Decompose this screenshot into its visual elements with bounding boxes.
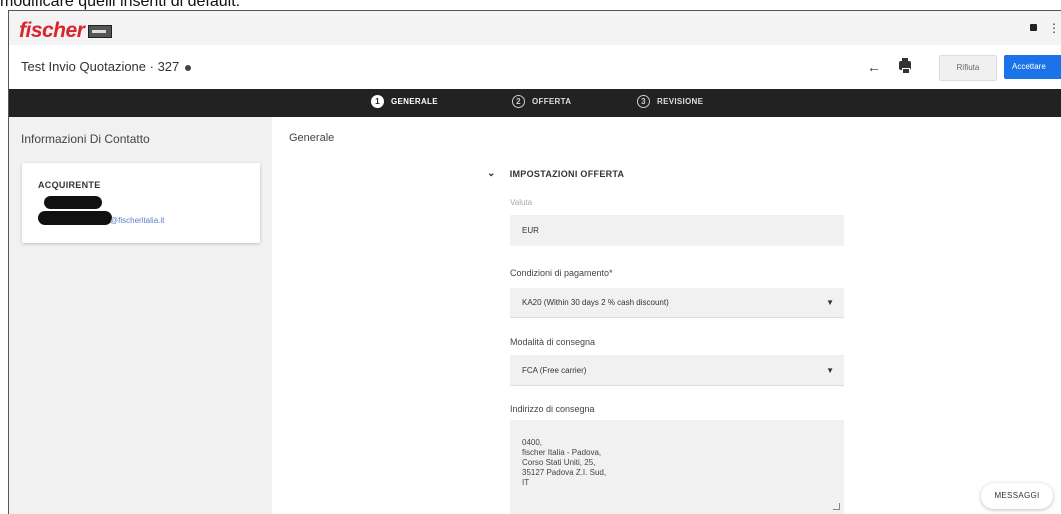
section-heading: Generale (289, 132, 335, 144)
messages-button[interactable]: MESSAGGI (981, 483, 1053, 509)
step-revisione[interactable]: 3 REVISIONE (637, 95, 703, 108)
redacted-name (44, 196, 102, 209)
chevron-down-icon[interactable]: ⌄ (487, 168, 496, 179)
step-generale[interactable]: 1 GENERALE (371, 95, 438, 108)
payment-terms-label: Condizioni di pagamento* (510, 268, 613, 278)
payment-terms-select[interactable]: KA20 (Within 30 days 2 % cash discount) … (510, 288, 844, 318)
print-icon[interactable] (899, 58, 911, 74)
fischer-logo: fischer (19, 19, 113, 43)
buyer-card: ACQUIRENTE @fischeritalia.it (22, 163, 260, 243)
dropdown-caret-icon: ▼ (826, 298, 834, 307)
redacted-email-user (38, 211, 112, 225)
title-bar: Test Invio Quotazione · 327 ← Rifiuta Ac… (9, 45, 1061, 90)
currency-label: Valuta (510, 198, 533, 207)
step-offerta[interactable]: 2 OFFERTA (512, 95, 571, 108)
stepper-bar: 1 GENERALE 2 OFFERTA 3 REVISIONE (9, 89, 1061, 117)
more-icon[interactable]: ⋮ (1048, 21, 1060, 35)
buyer-email[interactable]: @fischeritalia.it (110, 216, 164, 225)
contact-sidebar: Informazioni Di Contatto ACQUIRENTE @fis… (9, 117, 272, 514)
top-bar: fischer ⋮ (9, 11, 1061, 45)
currency-field: EUR (510, 215, 844, 246)
reject-button[interactable]: Rifiuta (939, 55, 997, 81)
logo-mark-icon (88, 24, 113, 38)
resize-handle-icon[interactable] (833, 503, 840, 510)
delivery-address-textarea[interactable]: 0400, fischer Italia - Padova, Corso Sta… (510, 420, 844, 514)
delivery-mode-label: Modalità di consegna (510, 337, 596, 347)
status-dot-icon (185, 64, 192, 71)
offer-settings-header[interactable]: ⌄ IMPOSTAZIONI OFFERTA (487, 168, 624, 179)
notification-icon[interactable] (1030, 24, 1037, 31)
accept-button[interactable]: Accettare (1004, 55, 1061, 79)
delivery-address-label: Indirizzo di consegna (510, 404, 595, 414)
dropdown-caret-icon: ▼ (826, 366, 834, 375)
page-title: Test Invio Quotazione · 327 (21, 59, 192, 74)
delivery-mode-select[interactable]: FCA (Free carrier) ▼ (510, 355, 844, 386)
buyer-label: ACQUIRENTE (38, 180, 101, 190)
sidebar-title: Informazioni Di Contatto (21, 132, 150, 146)
app-window: fischer ⋮ Test Invio Quotazione · 327 ← … (8, 10, 1061, 514)
back-arrow-icon[interactable]: ← (867, 59, 881, 75)
